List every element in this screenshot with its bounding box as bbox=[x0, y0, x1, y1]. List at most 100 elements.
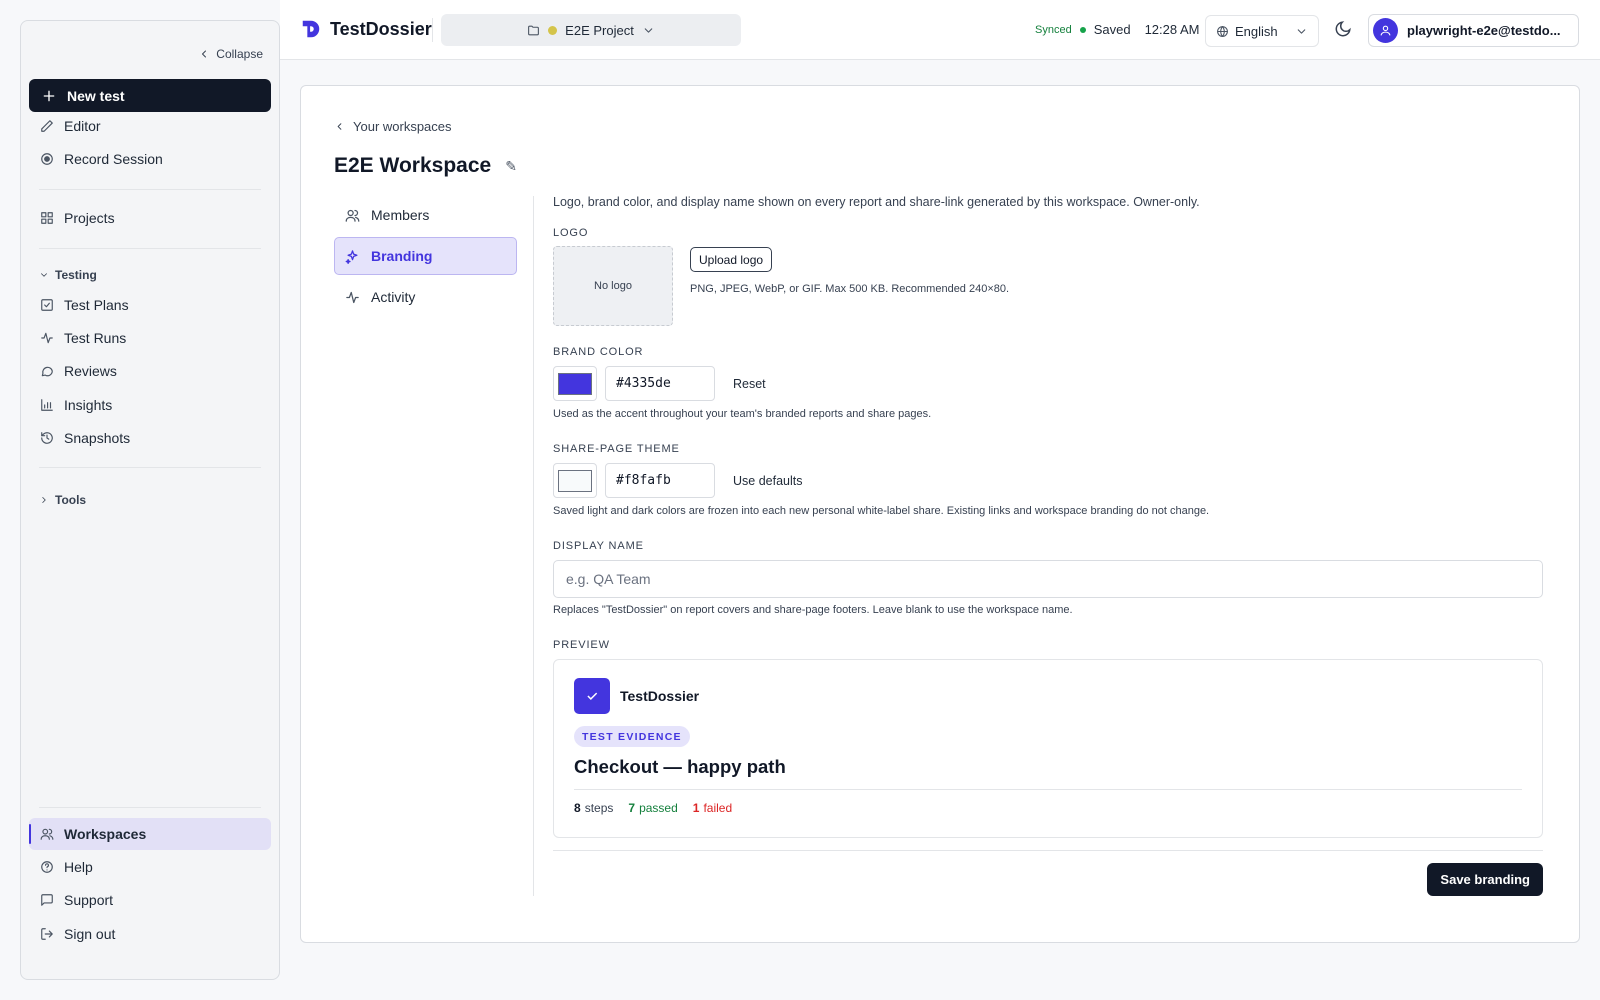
tab-label: Members bbox=[371, 207, 430, 223]
brand-color-label: BRAND COLOR bbox=[553, 346, 644, 358]
tab-label: Branding bbox=[371, 248, 433, 264]
branding-description: Logo, brand color, and display name show… bbox=[553, 195, 1200, 209]
sidebar-item-support[interactable]: Support bbox=[29, 884, 271, 916]
no-logo-text: No logo bbox=[594, 280, 632, 292]
folder-icon bbox=[527, 24, 540, 37]
tabs-divider bbox=[533, 196, 534, 896]
topbar: TestDossier E2E Project Synced Saved 12:… bbox=[280, 0, 1600, 60]
sidebar-item-editor[interactable]: Editor bbox=[29, 110, 271, 142]
preview-title: Checkout — happy path bbox=[574, 756, 786, 777]
sidebar-divider bbox=[39, 467, 261, 468]
tools-section-toggle[interactable]: Tools bbox=[39, 493, 86, 507]
brand-color-swatch bbox=[558, 372, 592, 395]
project-status-dot bbox=[548, 25, 558, 35]
new-test-button[interactable]: New test bbox=[29, 79, 271, 112]
preview-logo-check-icon bbox=[574, 678, 610, 714]
tab-label: Activity bbox=[371, 289, 416, 305]
brand-logo-icon bbox=[302, 20, 320, 38]
testing-section-toggle[interactable]: Testing bbox=[39, 268, 97, 282]
reset-color-button[interactable]: Reset bbox=[733, 377, 766, 391]
activity-icon bbox=[345, 290, 360, 305]
save-status: Synced Saved 12:28 AM bbox=[1035, 22, 1200, 37]
sidebar-item-projects[interactable]: Projects bbox=[29, 202, 271, 234]
passed-label: passed bbox=[639, 801, 678, 815]
sidebar-item-label: Help bbox=[64, 859, 93, 875]
grid-icon bbox=[40, 211, 54, 225]
saved-time: 12:28 AM bbox=[1144, 22, 1200, 37]
failed-label: failed bbox=[703, 801, 733, 815]
theme-color-swatch bbox=[558, 469, 592, 492]
upload-logo-button[interactable]: Upload logo bbox=[690, 247, 773, 272]
tab-activity[interactable]: Activity bbox=[334, 278, 517, 316]
sidebar-item-insights[interactable]: Insights bbox=[29, 389, 271, 421]
globe-icon bbox=[1216, 25, 1229, 38]
status-dot bbox=[1079, 26, 1086, 33]
chevron-down-icon bbox=[39, 270, 49, 280]
brand-color-input[interactable]: #4335de bbox=[605, 366, 715, 401]
failed-count: 1 bbox=[692, 801, 700, 815]
language-value: English bbox=[1235, 23, 1278, 39]
logo-dropzone[interactable]: No logo bbox=[553, 246, 673, 326]
steps-label: steps bbox=[584, 801, 614, 815]
message-icon bbox=[40, 893, 54, 907]
sidebar-item-test-runs[interactable]: Test Runs bbox=[29, 322, 271, 354]
sidebar-item-reviews[interactable]: Reviews bbox=[29, 355, 271, 387]
sidebar-item-label: Record Session bbox=[64, 151, 163, 167]
chevron-right-icon bbox=[39, 495, 49, 505]
back-label: Your workspaces bbox=[353, 119, 452, 134]
theme-toggle-moon-icon[interactable] bbox=[1334, 20, 1354, 40]
tab-branding[interactable]: Branding bbox=[334, 237, 517, 275]
collapse-label: Collapse bbox=[216, 47, 263, 61]
chevron-down-icon bbox=[642, 24, 655, 37]
display-name-hint: Replaces "TestDossier" on report covers … bbox=[553, 604, 1073, 616]
brand-color-picker[interactable] bbox=[553, 366, 597, 401]
sidebar-item-help[interactable]: Help bbox=[29, 851, 271, 883]
help-icon bbox=[40, 860, 54, 874]
topbar-divider bbox=[432, 18, 433, 42]
passed-count: 7 bbox=[628, 801, 636, 815]
collapse-button[interactable]: Collapse bbox=[198, 47, 263, 61]
tab-members[interactable]: Members bbox=[334, 196, 517, 234]
theme-color-input[interactable]: #f8fafb bbox=[605, 463, 715, 498]
user-menu[interactable]: playwright-e2e@testdo... bbox=[1368, 14, 1579, 47]
sidebar-item-label: Sign out bbox=[64, 926, 116, 942]
workspace-settings-card: Your workspaces E2E Workspace ✎ Members … bbox=[300, 85, 1580, 943]
sidebar-item-test-plans[interactable]: Test Plans bbox=[29, 289, 271, 321]
passed-stat: 7 passed bbox=[628, 801, 677, 815]
use-defaults-button[interactable]: Use defaults bbox=[733, 474, 802, 488]
preview-stats: 8 steps 7 passed 1 failed bbox=[574, 801, 732, 815]
theme-hint: Saved light and dark colors are frozen i… bbox=[553, 505, 1210, 517]
sidebar-item-workspaces[interactable]: Workspaces bbox=[29, 818, 271, 850]
section-label: Tools bbox=[55, 493, 87, 507]
saved-status: Saved bbox=[1093, 22, 1131, 37]
save-branding-button[interactable]: Save branding bbox=[1427, 863, 1543, 896]
preview-badge: TEST EVIDENCE bbox=[574, 726, 690, 747]
language-select[interactable]: English bbox=[1205, 15, 1319, 47]
back-to-workspaces-link[interactable]: Your workspaces bbox=[334, 119, 452, 134]
sidebar-item-snapshots[interactable]: Snapshots bbox=[29, 422, 271, 454]
sidebar-divider bbox=[39, 189, 261, 190]
users-icon bbox=[40, 827, 54, 841]
edit-name-pencil-icon[interactable]: ✎ bbox=[505, 158, 517, 175]
sidebar-item-label: Projects bbox=[64, 210, 115, 226]
sidebar: Collapse New test Editor Record Session … bbox=[20, 20, 280, 980]
pencil-icon bbox=[40, 119, 54, 133]
display-name-label: DISPLAY NAME bbox=[553, 540, 644, 552]
project-selector[interactable]: E2E Project bbox=[441, 14, 741, 46]
sidebar-item-label: Insights bbox=[64, 397, 113, 413]
sidebar-item-sign-out[interactable]: Sign out bbox=[29, 918, 271, 950]
sidebar-item-label: Reviews bbox=[64, 363, 117, 379]
preview-label: PREVIEW bbox=[553, 639, 610, 651]
new-test-label: New test bbox=[67, 87, 125, 104]
plus-icon bbox=[41, 88, 57, 104]
chevron-left-icon bbox=[334, 121, 345, 132]
brand[interactable]: TestDossier bbox=[300, 18, 432, 40]
sidebar-item-label: Test Runs bbox=[64, 330, 127, 346]
sparkles-icon bbox=[345, 249, 360, 264]
sidebar-divider bbox=[39, 248, 261, 249]
display-name-input[interactable]: e.g. QA Team bbox=[553, 560, 1543, 598]
page-title: E2E Workspace ✎ bbox=[334, 154, 517, 178]
logo-hint: PNG, JPEG, WebP, or GIF. Max 500 KB. Rec… bbox=[690, 283, 1010, 295]
sidebar-item-record-session[interactable]: Record Session bbox=[29, 143, 271, 175]
theme-color-picker[interactable] bbox=[553, 463, 597, 498]
